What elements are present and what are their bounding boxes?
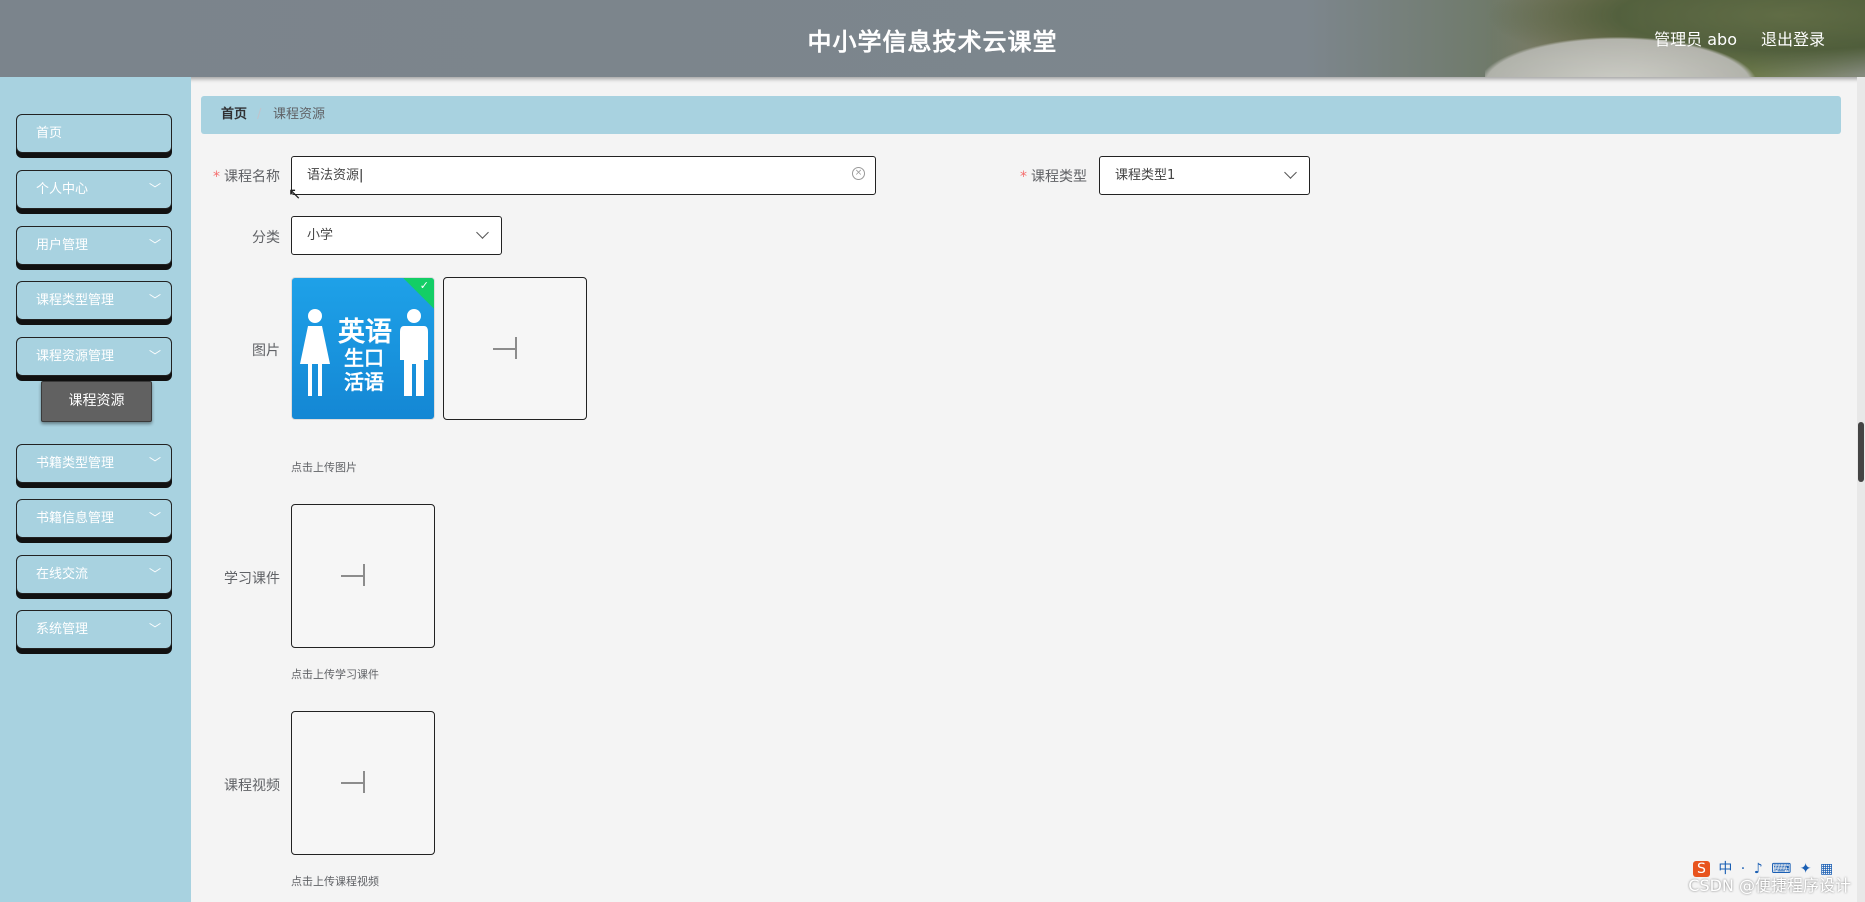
- course-name-value: 语法资源: [307, 168, 360, 183]
- chevron-down-icon: ﹀: [148, 182, 161, 196]
- chevron-down-icon: ﹀: [148, 456, 161, 470]
- watermark-text: CSDN @便捷程序设计: [1688, 876, 1851, 895]
- chevron-down-icon: ﹀: [148, 293, 161, 307]
- app-title: 中小学信息技术云课堂: [807, 28, 1058, 56]
- chevron-down-icon: ﹀: [148, 511, 161, 525]
- chevron-down-icon: ﹀: [148, 567, 161, 581]
- sidebar-item-label: 书籍信息管理: [36, 511, 115, 526]
- sidebar-item-online-chat[interactable]: 在线交流 ﹀: [16, 555, 172, 594]
- sidebar-item-book-type-management[interactable]: 书籍类型管理 ﹀: [16, 444, 172, 483]
- courseware-upload-button[interactable]: [291, 504, 435, 648]
- image-upload-hint: 点击上传图片: [291, 461, 357, 474]
- chevron-down-icon: ﹀: [148, 622, 161, 636]
- sidebar-item-label: 系统管理: [36, 622, 89, 637]
- chevron-down-icon: [476, 226, 489, 239]
- sidebar-item-label: 首页: [36, 126, 63, 141]
- breadcrumb-current: 课程资源: [273, 107, 326, 122]
- plus-icon: [341, 575, 363, 577]
- course-type-label: * 课程类型: [1020, 169, 1087, 185]
- female-figure-icon: [300, 309, 330, 396]
- video-upload-button[interactable]: [291, 711, 435, 855]
- sidebar-subitem-course-resource[interactable]: 课程资源: [41, 381, 152, 422]
- male-figure-icon: [400, 309, 428, 396]
- sidebar-item-course-type-management[interactable]: 课程类型管理 ﹀: [16, 281, 172, 320]
- breadcrumb-home[interactable]: 首页: [221, 96, 247, 134]
- clear-icon[interactable]: ×: [852, 167, 865, 180]
- category-value: 小学: [307, 228, 334, 243]
- sidebar-item-personal-center[interactable]: 个人中心 ﹀: [16, 170, 172, 209]
- image-label: 图片: [252, 343, 280, 359]
- scrollbar-thumb[interactable]: [1858, 422, 1864, 482]
- sidebar-item-label: 课程资源管理: [36, 349, 115, 364]
- check-icon: ✓: [419, 279, 429, 292]
- chevron-up-icon: ﹀: [148, 349, 161, 363]
- required-asterisk: *: [213, 169, 220, 185]
- page-scrollbar[interactable]: [1857, 77, 1865, 902]
- video-label: 课程视频: [224, 778, 280, 794]
- sidebar-item-system-management[interactable]: 系统管理 ﹀: [16, 610, 172, 649]
- plus-icon: [341, 782, 363, 784]
- thumbnail-title-text: 英语: [338, 317, 392, 348]
- category-select[interactable]: 小学: [291, 216, 502, 255]
- uploaded-image-thumbnail[interactable]: 英语 生口活语 ✓: [291, 277, 435, 420]
- sidebar-item-course-resource-management[interactable]: 课程资源管理 ﹀: [16, 337, 172, 376]
- current-user: 管理员 abo: [1654, 30, 1737, 49]
- mouse-cursor-icon: ↖: [288, 184, 302, 203]
- sidebar: 首页 个人中心 ﹀ 用户管理 ﹀ 课程类型管理 ﹀ 课程资源管理 ﹀ 课程资源 …: [0, 77, 191, 902]
- course-type-value: 课程类型1: [1115, 168, 1176, 183]
- sidebar-item-label: 在线交流: [36, 567, 89, 582]
- sidebar-item-user-management[interactable]: 用户管理 ﹀: [16, 226, 172, 265]
- sidebar-item-home[interactable]: 首页: [16, 114, 172, 153]
- top-header: 中小学信息技术云课堂 管理员 abo 退出登录: [0, 0, 1865, 77]
- logout-link[interactable]: 退出登录: [1761, 26, 1825, 50]
- sidebar-item-book-info-management[interactable]: 书籍信息管理 ﹀: [16, 499, 172, 538]
- sidebar-item-label: 课程类型管理: [36, 293, 115, 308]
- courseware-label: 学习课件: [224, 571, 280, 587]
- course-type-select[interactable]: 课程类型1: [1099, 156, 1310, 195]
- course-name-label: * 课程名称: [213, 169, 280, 185]
- chevron-down-icon: [1284, 166, 1297, 179]
- sidebar-item-label: 书籍类型管理: [36, 456, 115, 471]
- course-name-input[interactable]: 语法资源| ×: [291, 156, 876, 195]
- breadcrumb-separator: /: [257, 107, 262, 122]
- image-upload-button[interactable]: [443, 277, 587, 420]
- breadcrumb: 首页 / 课程资源: [201, 96, 1841, 134]
- category-label: 分类: [252, 230, 280, 246]
- plus-icon: [493, 348, 515, 350]
- sidebar-item-label: 用户管理: [36, 238, 89, 253]
- courseware-upload-hint: 点击上传学习课件: [291, 668, 379, 681]
- sidebar-item-label: 个人中心: [36, 182, 89, 197]
- thumbnail-subtitle-text: 生口活语: [344, 346, 384, 394]
- required-asterisk: *: [1020, 169, 1027, 185]
- chevron-down-icon: ﹀: [148, 238, 161, 252]
- video-upload-hint: 点击上传课程视频: [291, 875, 379, 888]
